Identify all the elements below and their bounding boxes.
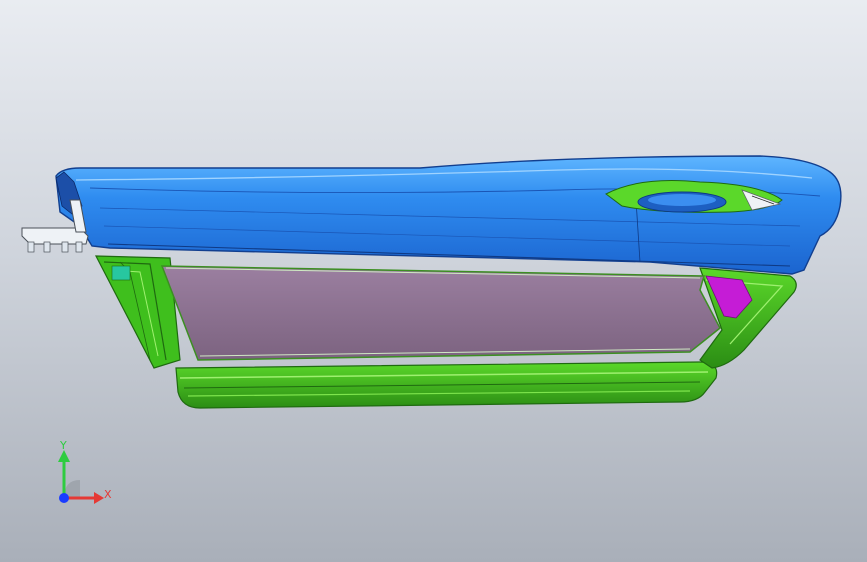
y-axis-label: Y <box>59 439 67 452</box>
lower-frame <box>175 361 718 409</box>
x-arrowhead-icon <box>94 492 104 504</box>
outer-door-panel <box>55 155 842 275</box>
coordinate-triad: Y X <box>58 439 112 504</box>
origin-icon <box>59 493 69 503</box>
door-assembly-model[interactable] <box>0 0 867 562</box>
cad-viewport[interactable]: Y X <box>0 0 867 562</box>
x-axis-label: X <box>104 488 112 501</box>
glass-panel <box>160 265 721 361</box>
